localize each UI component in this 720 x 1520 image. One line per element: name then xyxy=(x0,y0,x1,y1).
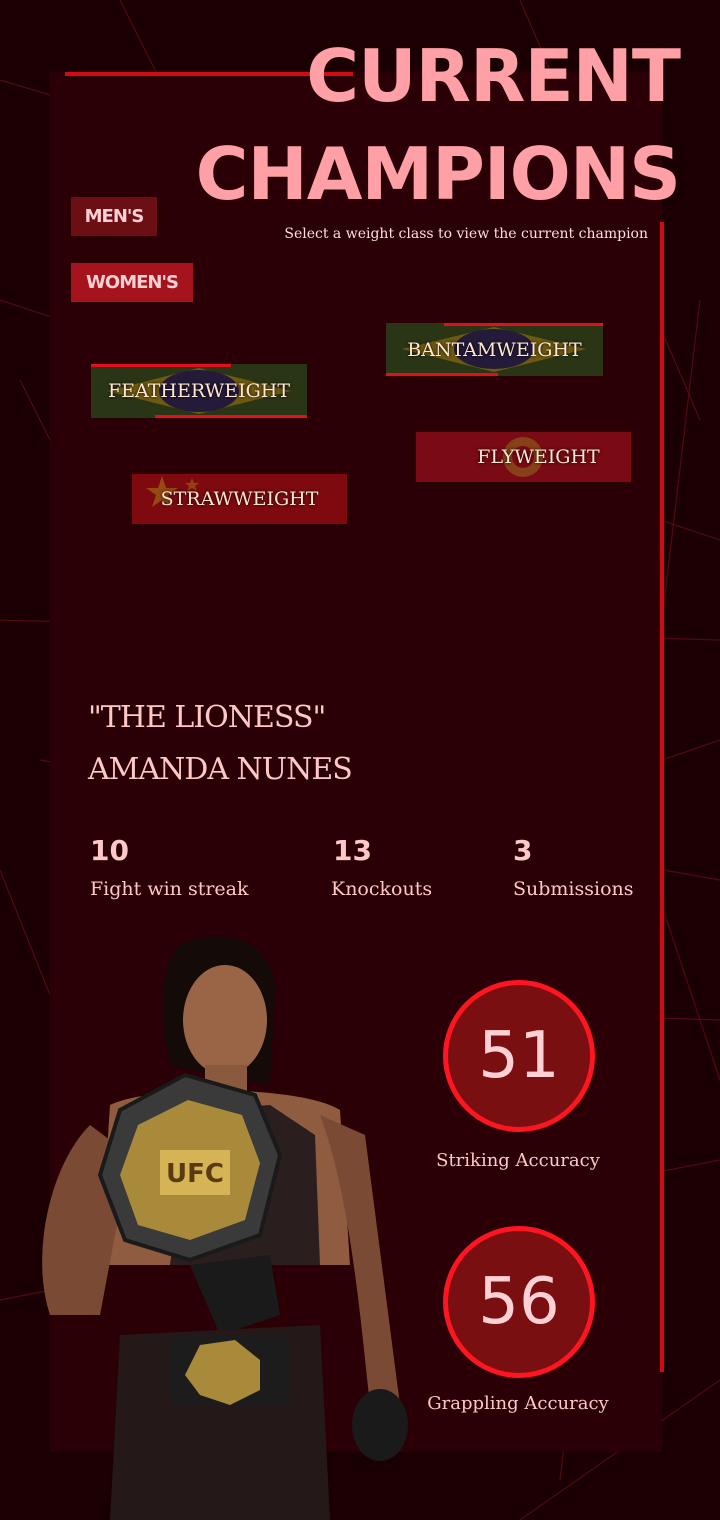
striking-accuracy-label: Striking Accuracy xyxy=(436,1150,600,1171)
stat-value-submissions: 3 xyxy=(513,834,533,867)
page-title-line2: CHAMPIONS xyxy=(195,132,681,216)
mens-category-button[interactable]: MEN'S xyxy=(71,197,157,236)
grappling-accuracy-label: Grappling Accuracy xyxy=(427,1393,609,1414)
weight-class-label: FLYWEIGHT xyxy=(477,446,600,468)
side-rule xyxy=(660,222,664,1372)
striking-accuracy-ring: 51 xyxy=(443,980,595,1132)
weight-class-flyweight-button[interactable]: FLYWEIGHT xyxy=(416,432,631,482)
stat-value-knockouts: 13 xyxy=(333,834,372,867)
champion-name: AMANDA NUNES xyxy=(88,752,353,787)
weight-class-bantamweight-button[interactable]: BANTAMWEIGHT xyxy=(386,323,603,376)
page-title-line1: CURRENT xyxy=(306,34,681,118)
stat-label-knockouts: Knockouts xyxy=(331,878,433,900)
stat-value-win-streak: 10 xyxy=(90,834,129,867)
champion-nickname: "THE LIONESS" xyxy=(88,700,326,735)
stat-label-submissions: Submissions xyxy=(513,878,634,900)
weight-class-featherweight-button[interactable]: FEATHERWEIGHT xyxy=(91,364,307,418)
page-subtitle: Select a weight class to view the curren… xyxy=(284,226,648,242)
champion-photo: UFC xyxy=(42,936,408,1520)
weight-class-strawweight-button[interactable]: STRAWWEIGHT xyxy=(132,474,347,524)
weight-class-label: STRAWWEIGHT xyxy=(160,488,319,510)
grappling-accuracy-ring: 56 xyxy=(443,1226,595,1378)
weight-class-label: FEATHERWEIGHT xyxy=(107,380,291,402)
svg-text:UFC: UFC xyxy=(166,1159,224,1189)
womens-category-button[interactable]: WOMEN'S xyxy=(71,263,193,302)
stat-label-win-streak: Fight win streak xyxy=(90,878,249,900)
weight-class-label: BANTAMWEIGHT xyxy=(407,338,582,361)
